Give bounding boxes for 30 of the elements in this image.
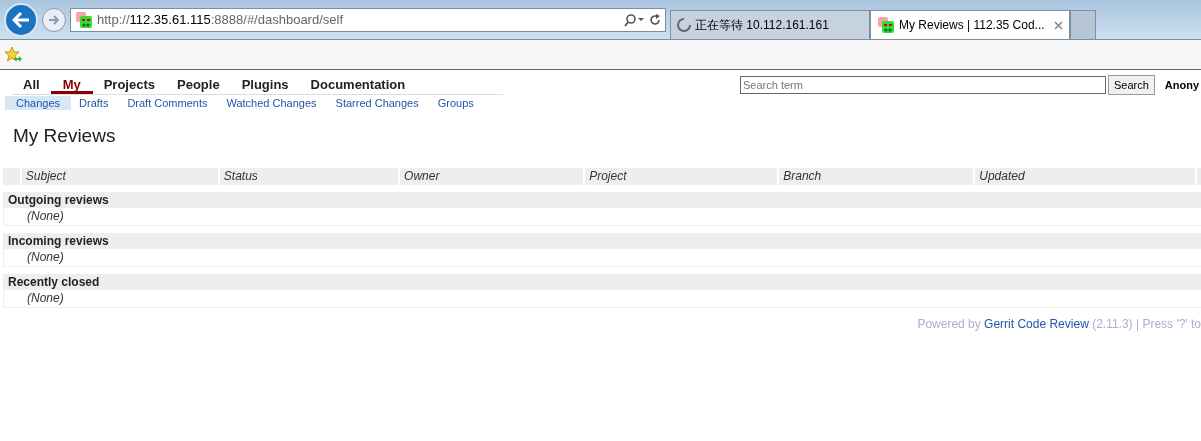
address-bar[interactable]: http://112.35.61.115:8888/#/dashboard/self [70,7,666,32]
menu-tab[interactable]: Projects [92,76,166,94]
url-text: http://112.35.61.115:8888/#/dashboard/self [97,10,344,29]
browser-tab[interactable]: My Reviews | 112.35 Cod... [870,10,1070,39]
user-name[interactable]: Anony [1164,76,1200,94]
submenu-link[interactable]: Changes [5,96,72,110]
column-header: Owner [400,167,584,185]
menu-tab[interactable]: All [12,76,51,94]
search-button[interactable]: Search [1108,75,1155,95]
footer-text: Powered by Gerrit Code Review (2.11.3) | Press '?' to [917,315,1201,333]
search-field[interactable]: Search term [740,76,1106,94]
menu-tab[interactable]: Documentation [299,76,417,94]
section-header: Outgoing reviews [4,191,1201,208]
section-header: Incoming reviews [4,232,1201,249]
column-header: Updated [975,167,1196,185]
menu-tab[interactable]: Plugins [230,76,300,94]
page-title: My Reviews [13,124,117,148]
column-header: Project [585,167,778,185]
column-header: Branch [779,167,974,185]
column-header: Subject [21,167,218,185]
empty-message: (None) [27,290,64,305]
section-header: Recently closed [4,273,1201,290]
tab-title: 正在等待 10.112.161.161 [695,17,830,34]
column-header: Status [219,167,399,185]
browser-tab[interactable]: 正在等待 10.112.161.161 [670,10,870,39]
empty-message: (None) [27,208,64,223]
empty-message: (None) [27,249,64,264]
menu-tab[interactable]: People [166,76,231,94]
gerrit-link[interactable]: Gerrit Code Review [984,316,1089,331]
tab-title: My Reviews | 112.35 Cod... [899,17,1046,34]
